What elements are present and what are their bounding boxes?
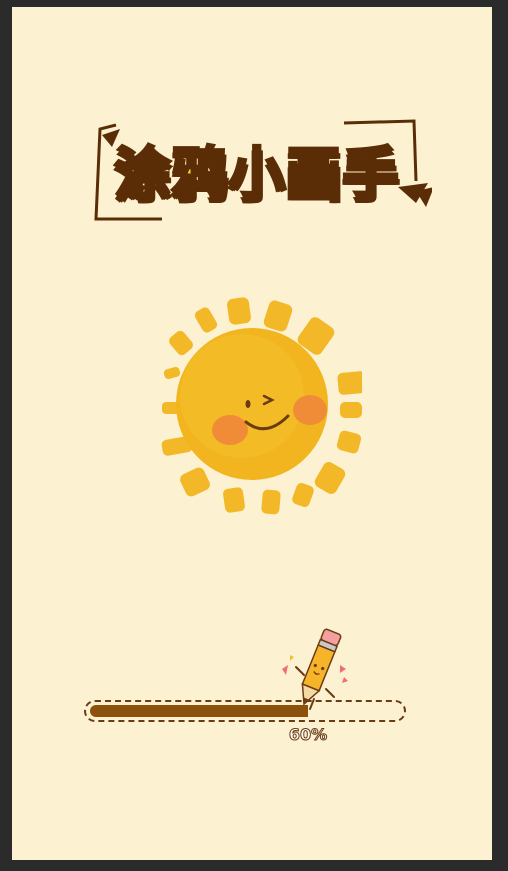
progress-fill <box>90 705 308 717</box>
smiling-sun-icon <box>161 297 362 515</box>
loading-progress: 60% <box>84 627 408 757</box>
loading-screen: 涂鸦小画手 60% <box>12 7 492 860</box>
game-title-logo: 涂鸦小画手 <box>82 117 432 237</box>
progress-percent-label: 60% <box>288 725 328 745</box>
game-title: 涂鸦小画手 <box>113 140 400 208</box>
